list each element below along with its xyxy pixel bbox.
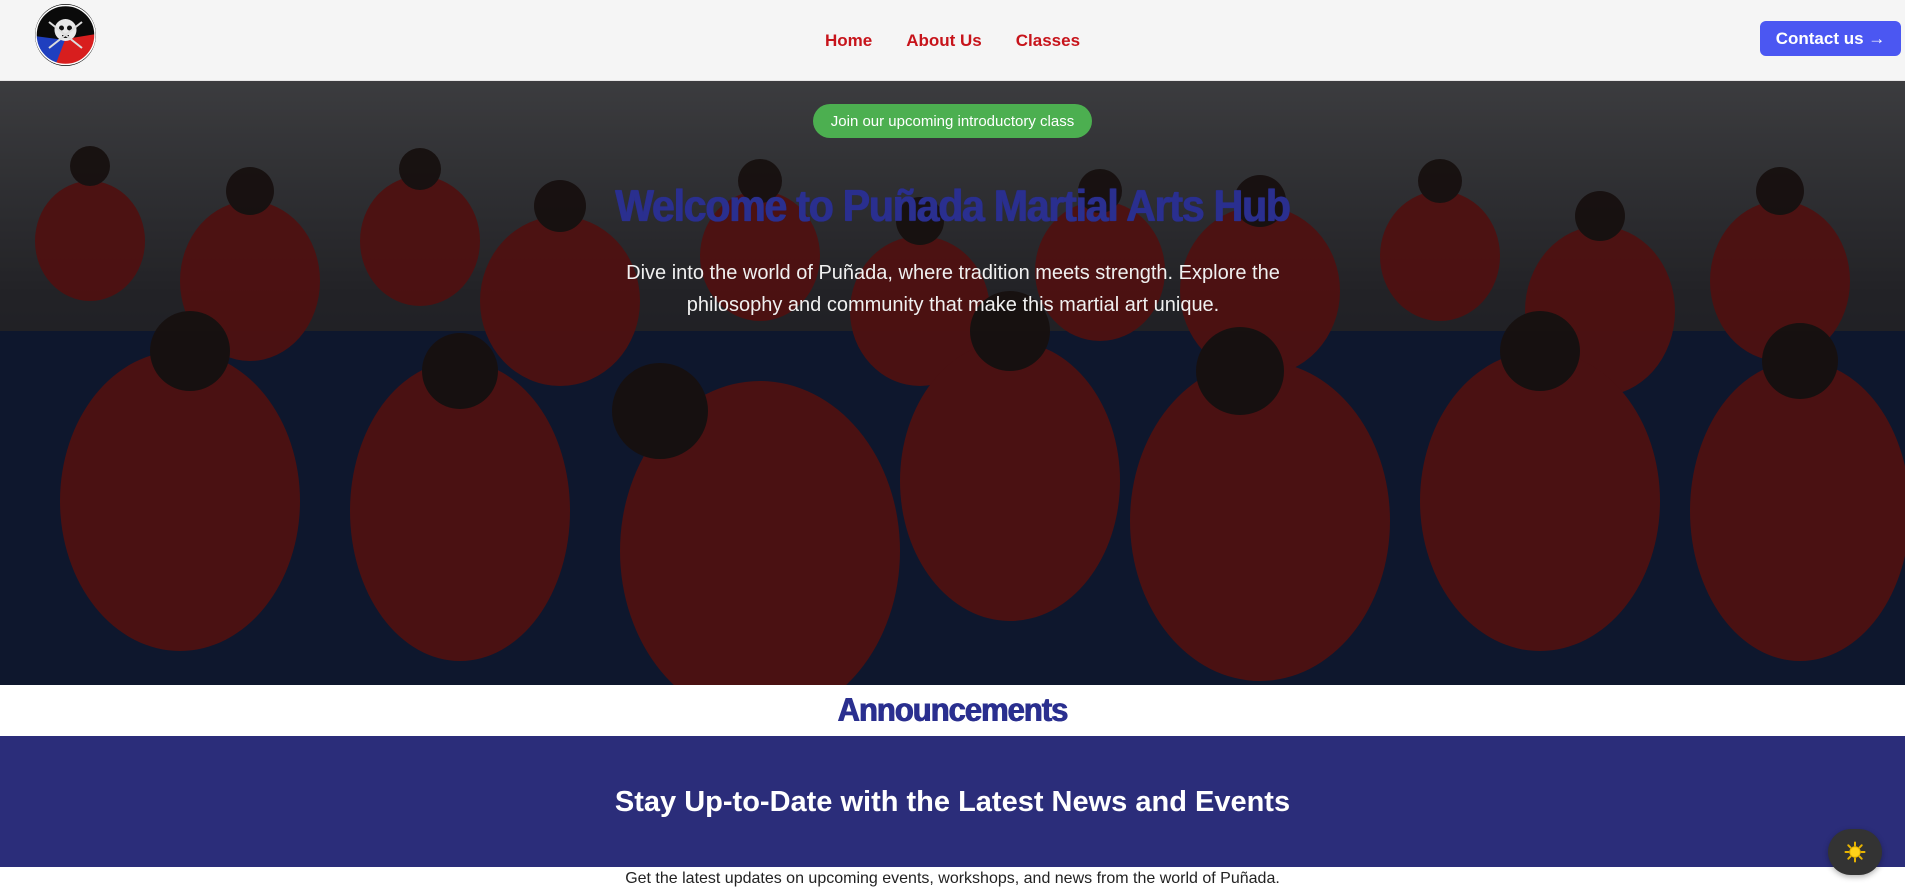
announcements-header: Announcements <box>0 685 1905 736</box>
hero-subtitle: Dive into the world of Puñada, where tra… <box>626 262 1280 316</box>
intro-class-badge[interactable]: Join our upcoming introductory class <box>813 104 1092 138</box>
news-description: Get the latest updates on upcoming event… <box>625 870 1280 887</box>
contact-us-button[interactable]: Contact us → <box>1760 21 1901 56</box>
news-title: Stay Up-to-Date with the Latest News and… <box>614 786 1291 818</box>
hero-dark-overlay <box>0 81 1905 685</box>
nav-classes[interactable]: Classes <box>1016 31 1080 51</box>
hero-section: Join our upcoming introductory class Wel… <box>0 81 1905 685</box>
hero-title: Welcome to Puñada Martial Arts Hub <box>615 181 1291 231</box>
news-banner: Stay Up-to-Date with the Latest News and… <box>0 736 1905 867</box>
nav-home[interactable]: Home <box>825 31 872 51</box>
top-navbar: Home About Us Classes Contact us → <box>0 0 1905 81</box>
nav-about-us[interactable]: About Us <box>906 31 982 51</box>
main-nav: Home About Us Classes <box>0 0 1905 81</box>
sun-icon <box>1844 841 1866 863</box>
announcements-title: Announcements <box>837 690 1069 729</box>
theme-toggle-button[interactable] <box>1828 829 1882 875</box>
